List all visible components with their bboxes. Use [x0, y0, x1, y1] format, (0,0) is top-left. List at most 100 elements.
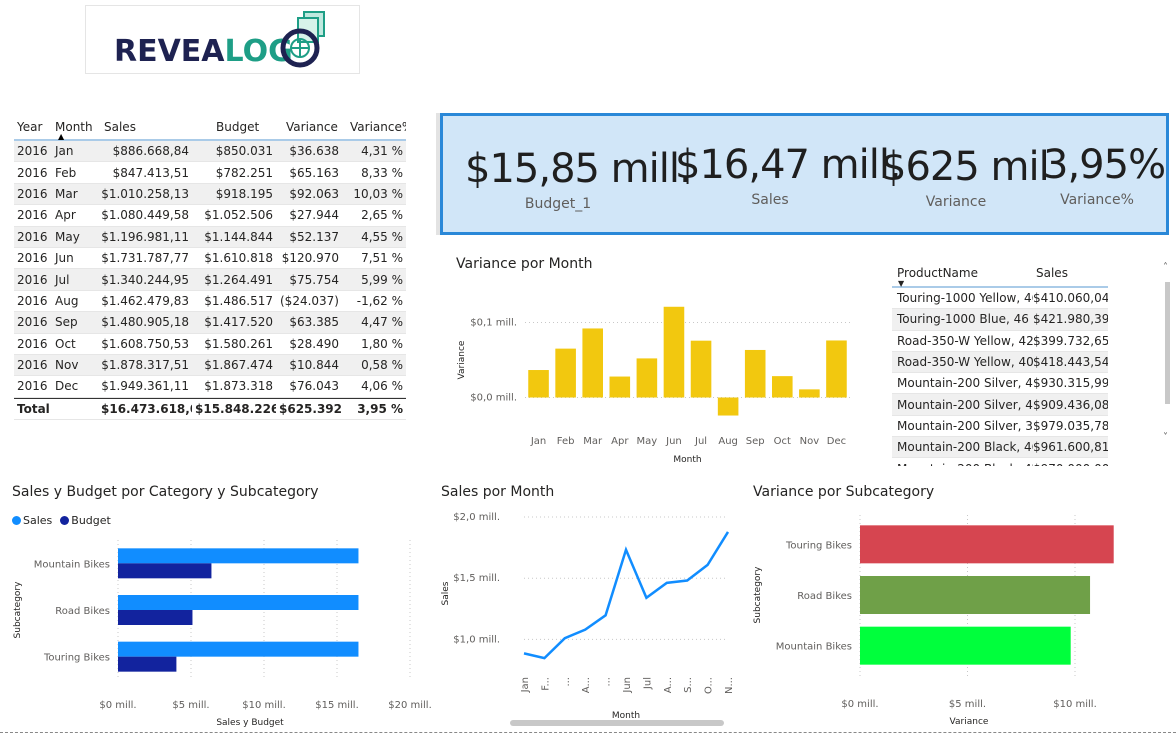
cell-product-sales: $979.035,78 — [1033, 418, 1108, 433]
x-axis-title: Variance — [950, 717, 989, 727]
cell-sales: $1.608.750,53 — [101, 336, 189, 351]
kpi-card[interactable]: $15,85 mill. Budget_1 $16,47 mill. Sales… — [440, 113, 1169, 235]
cell-product-name: Road-350-W Yellow, 42 — [897, 333, 1033, 348]
cell-variance: $120.970 — [281, 251, 339, 266]
product-row[interactable]: Road-350-W Yellow, 42 $399.732,65 — [892, 331, 1108, 352]
product-row[interactable]: Mountain-200 Silver, 46 $930.315,99 — [892, 373, 1108, 395]
cell-year: 2016 — [17, 315, 48, 330]
col-header-sales[interactable]: Sales — [98, 120, 192, 134]
product-row[interactable]: Road-350-W Yellow, 40 $418.443,54 — [892, 351, 1108, 374]
cell-product-sales: $970.000,00 — [1033, 462, 1108, 466]
scroll-down-icon[interactable]: ˅ — [1163, 432, 1168, 443]
kpi-variance-label: Variance — [925, 194, 987, 210]
cell-product-name: Touring-1000 Yellow, 46 — [897, 291, 1033, 306]
x-tick-label: ... — [602, 677, 613, 687]
x-tick-label: S... — [683, 677, 694, 693]
cell-budget: $918.195 — [215, 186, 273, 201]
bar-sep — [744, 349, 766, 398]
monthly-sales-table: Year Month Sales Budget Variance Varianc… — [14, 115, 406, 420]
cell-month: Feb — [55, 165, 77, 180]
x-tick-label: Dec — [827, 436, 846, 447]
sales-budget-chart[interactable]: $0 mill. $5 mill. $10 mill. $15 mill. $20 mi… — [0, 530, 440, 730]
sort-descending-icon: ▼ — [898, 279, 905, 288]
cell-budget: $1.867.474 — [204, 358, 273, 373]
cell-sales: $1.080.449,58 — [101, 208, 189, 223]
cell-month: Jul — [55, 272, 70, 287]
x-tick-label: $5 mill. — [172, 700, 209, 711]
col-header-year[interactable]: Year — [14, 120, 52, 134]
table-row[interactable]: 2016 Apr $1.080.449,58 $1.052.506 $27.944 2,6… — [14, 205, 406, 227]
x-axis-title: Month — [673, 455, 701, 465]
y-tick-label: $1,0 mill. — [453, 634, 500, 645]
cell-month: Mar — [55, 186, 78, 201]
sort-ascending-icon: ▲ — [58, 132, 65, 141]
cell-month: Jan — [55, 144, 74, 159]
y-axis-title: Subcategory — [13, 581, 23, 639]
x-tick-label: Feb — [557, 436, 575, 447]
cell-product-name: Road-350-W Yellow, 40 — [897, 355, 1033, 370]
cell-budget: $1.873.318 — [204, 379, 273, 394]
table-row[interactable]: 2016 Mar $1.010.258,13 $918.195 $92.063 10,03… — [14, 183, 406, 206]
cell-variance-pct: 0,58 % — [361, 358, 403, 373]
bar-budget-road-bikes — [118, 610, 193, 625]
horizontal-scrollbar[interactable] — [510, 720, 724, 726]
y-axis-title: Variance — [457, 340, 467, 379]
col-header-variance-pct[interactable]: Variance% — [342, 120, 406, 134]
product-row[interactable]: Touring-1000 Yellow, 46 $410.060,04 — [892, 288, 1108, 310]
kpi-variance: $625 mil Variance — [881, 144, 1050, 210]
bar-mar — [582, 328, 603, 398]
x-tick-label: A... — [581, 677, 592, 693]
col-header-budget[interactable]: Budget — [192, 120, 276, 134]
table-row[interactable]: 2016 Jun $1.731.787,77 $1.610.818 $120.970 7,… — [14, 248, 406, 270]
cell-budget: $782.251 — [215, 165, 273, 180]
table-row[interactable]: 2016 Oct $1.608.750,53 $1.580.261 $28.490 1,8… — [14, 334, 406, 355]
table-row[interactable]: 2016 Aug $1.462.479,83 $1.486.517 ($24.037) -… — [14, 291, 406, 313]
product-row[interactable]: Mountain-200 Silver, 42 $909.436,08 — [892, 394, 1108, 416]
y-tick-label: Touring Bikes — [785, 540, 852, 551]
variance-by-month-chart[interactable]: $0,0 mill. $0,1 mill. Jan Feb Mar Apr May Jun Ju… — [440, 280, 870, 470]
cell-variance: $10.844 — [289, 358, 339, 373]
cell-variance-pct: 5,99 % — [361, 272, 403, 287]
legend-budget[interactable]: Budget — [60, 514, 111, 527]
cell-sales: $1.340.244,95 — [101, 272, 189, 287]
scroll-thumb[interactable] — [1165, 282, 1170, 404]
table-row[interactable]: 2016 Nov $1.878.317,51 $1.867.474 $10.844 0,5… — [14, 354, 406, 377]
kpi-variance-value: $625 mil — [881, 144, 1050, 190]
cell-product-sales: $961.600,81 — [1033, 440, 1108, 455]
bar-sales-touring-bikes — [118, 641, 359, 657]
table-row[interactable]: 2016 Sep $1.480.905,18 $1.417.520 $63.385 4,4… — [14, 312, 406, 334]
product-row[interactable]: Mountain-200 Silver, 38 $979.035,78 — [892, 416, 1108, 438]
table-row[interactable]: 2016 Feb $847.413,51 $782.251 $65.163 8,33 % — [14, 162, 406, 184]
cell-product-sales: $410.060,04 — [1033, 291, 1108, 306]
legend-sales[interactable]: Sales — [12, 514, 52, 527]
table-row[interactable]: 2016 Dec $1.949.361,11 $1.873.318 $76.043 4,0… — [14, 376, 406, 398]
cell-product-sales: $418.443,54 — [1033, 355, 1108, 370]
sales-by-month-chart[interactable]: $1,0 mill. $1,5 mill. $2,0 mill. Jan F......… — [436, 505, 746, 720]
table-row[interactable]: 2016 Jan $886.668,84 $850.031 $36.638 4,31 % — [14, 141, 406, 163]
y-tick-label: Mountain Bikes — [34, 559, 110, 570]
cell-month: May — [55, 229, 80, 244]
product-row[interactable]: Mountain-200 Black, 42$970.000,00 — [892, 458, 1108, 466]
product-row[interactable]: Mountain-200 Black, 46 $961.600,81 — [892, 437, 1108, 459]
cell-product-name: Mountain-200 Black, 46 — [897, 440, 1033, 455]
col-header-product-sales[interactable]: Sales — [1033, 266, 1108, 280]
cell-variance: ($24.037) — [280, 293, 339, 308]
product-table-scrollbar[interactable]: ˄ ˅ — [1162, 260, 1174, 450]
cell-variance: $63.385 — [289, 315, 339, 330]
kpi-variance-pct-label: Variance% — [1060, 192, 1134, 208]
bar-jun — [663, 306, 685, 398]
x-tick-label: Jul — [694, 436, 707, 447]
scroll-up-icon[interactable]: ˄ — [1163, 262, 1168, 273]
bar-jan — [528, 370, 549, 398]
variance-by-subcategory-chart[interactable]: $0 mill. $5 mill. $10 mill. Touring Bikes Ro… — [748, 505, 1148, 730]
table-row[interactable]: 2016 May $1.196.981,11 $1.144.844 $52.137 4,5… — [14, 226, 406, 248]
x-axis-title: Month — [612, 711, 640, 720]
col-header-productname[interactable]: ProductName — [892, 266, 1033, 280]
cell-variance-pct: 8,33 % — [361, 165, 403, 180]
product-row[interactable]: Touring-1000 Blue, 46 $421.980,39 — [892, 309, 1108, 331]
cell-variance: $65.163 — [289, 165, 339, 180]
table-row[interactable]: 2016 Jul $1.340.244,95 $1.264.491 $75.754 5,9… — [14, 269, 406, 291]
cell-product-sales: $421.980,39 — [1033, 312, 1108, 327]
col-header-variance[interactable]: Variance — [276, 120, 342, 134]
variance-subcategory-title: Variance por Subcategory — [753, 484, 935, 500]
